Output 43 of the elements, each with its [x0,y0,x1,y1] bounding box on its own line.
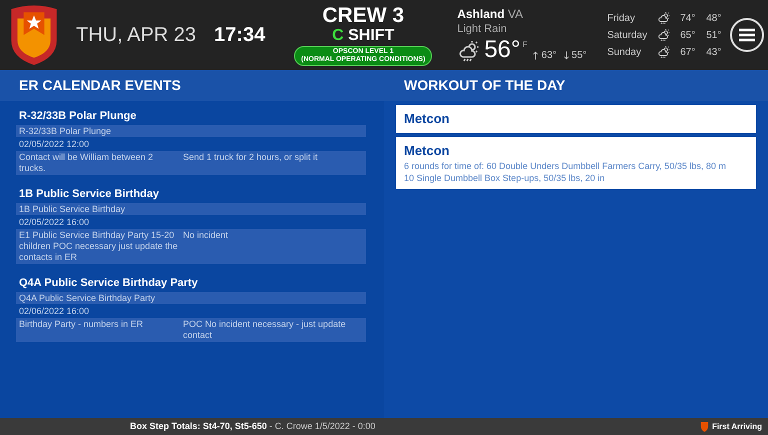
forecast-high: 67° [680,46,696,60]
event-title: R-32/33B Polar Plunge [18,109,138,124]
condition-text: Light Rain [457,22,508,37]
date-text: THU, APR 23 [76,23,196,48]
status-text: Box Step Totals: St4-70, St5-650 - C. Crowe 1/5/2022 - 0:00 [130,420,376,433]
forecast-high: 74° [680,12,696,26]
event-title: 1B Public Service Birthday [18,187,160,202]
temperature-text: 56° [484,37,520,63]
workout-title: Metcon [404,142,450,160]
city-text: Ashland [457,7,505,21]
event-note: POC No incident necessary - just update contact [183,319,347,341]
event-datetime: 02/06/2022 16:00 [18,305,90,318]
event-note: Send 1 truck for 2 hours, or split it [183,152,319,164]
workout-title: Metcon [404,110,450,128]
shift-label: C SHIFT [332,26,394,44]
forecast-high: 65° [680,28,696,42]
event-name: Q4A Public Service Birthday Party [16,292,366,304]
forecast-low: 43° [706,46,722,60]
brand-text: First Arriving [712,420,762,432]
workout-text: 10 Single Dumbbell Box Step-ups, 50/35 lbs, 20 in [404,172,606,184]
forecast-low: 48° [706,12,722,26]
time-text: 17:34 [214,23,266,48]
unit-text: F [522,39,528,51]
workout-text: 6 rounds for time of: 60 Double Unders Dumbbell Farmers Carry, 50/35 lbs, 80 m [404,160,727,172]
forecast-day: Sunday [607,44,658,60]
event-note: No incident [183,230,230,242]
high-temp: 63° [541,49,557,63]
crew-title: CREW 3 [322,4,404,26]
event-note: E1 Public Service Birthday Party 15-20 children POC necessary just update the contacts in ER [19,230,179,263]
event-datetime: 02/05/2022 16:00 [18,216,90,229]
forecast-day: Friday [607,10,658,26]
panel-title: ER CALENDAR EVENTS [19,76,181,95]
event-note: Birthday Party - numbers in ER [19,319,144,331]
event-title: Q4A Public Service Birthday Party [18,276,199,291]
state-text: VA [508,7,524,21]
low-temp: 55° [572,49,587,63]
panel-title: WORKOUT OF THE DAY [404,76,566,95]
event-datetime: 02/05/2022 12:00 [18,138,90,151]
event-note: Contact will be William between 2 trucks. [19,152,154,174]
forecast-low: 51° [706,28,722,42]
event-name: 1B Public Service Birthday [16,203,366,215]
event-name: R-32/33B Polar Plunge [16,125,366,137]
forecast-day: Saturday [607,28,658,42]
